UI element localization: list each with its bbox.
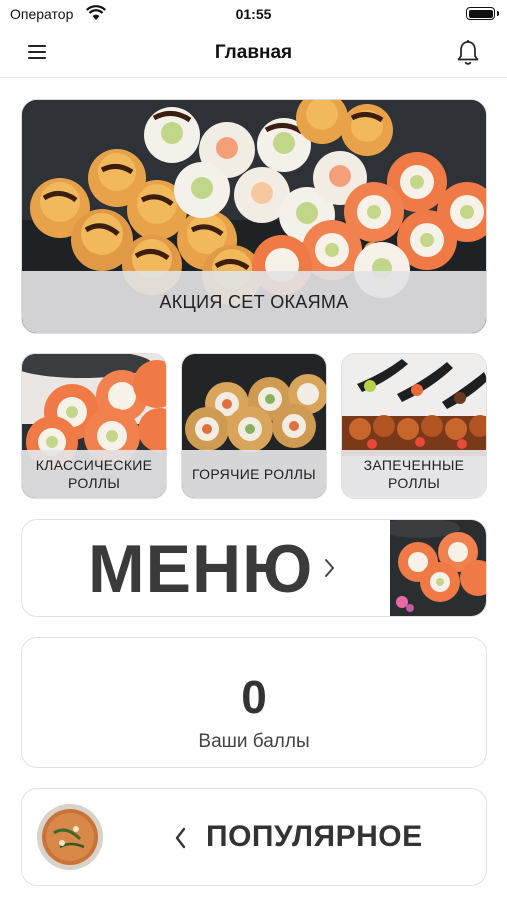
status-time: 01:55 [235, 6, 272, 22]
points-label: Ваши баллы [198, 731, 310, 752]
menu-rolls-image [390, 520, 486, 616]
category-classic-rolls[interactable]: КЛАССИЧЕСКИЕ РОЛЛЫ [21, 353, 167, 499]
chevron-left-icon [175, 827, 186, 849]
soup-bowl-image [37, 804, 103, 870]
promo-banner[interactable]: АКЦИЯ СЕТ ОКАЯМА [21, 99, 487, 334]
navigation-bar: Главная [0, 28, 507, 78]
points-value: 0 [241, 671, 267, 723]
popular-card[interactable]: ПОПУЛЯРНОЕ [21, 788, 487, 886]
category-baked-rolls[interactable]: ЗАПЕЧЕННЫЕ РОЛЛЫ [341, 353, 487, 499]
chevron-right-icon [325, 559, 334, 577]
category-label: КЛАССИЧЕСКИЕ РОЛЛЫ [22, 450, 166, 498]
bell-icon[interactable] [453, 38, 483, 68]
category-label: ГОРЯЧИЕ РОЛЛЫ [182, 450, 326, 498]
battery-icon [466, 7, 499, 20]
points-card[interactable]: 0 Ваши баллы [21, 637, 487, 768]
category-label: ЗАПЕЧЕННЫЕ РОЛЛЫ [342, 450, 486, 498]
hamburger-menu-icon[interactable] [22, 40, 50, 64]
popular-title: ПОПУЛЯРНОЕ [206, 820, 423, 853]
page-title: Главная [214, 42, 293, 63]
status-bar: Оператор 01:55 [0, 0, 507, 28]
menu-card[interactable]: МЕНЮ [21, 519, 487, 617]
promo-caption: АКЦИЯ СЕТ ОКАЯМА [22, 271, 486, 333]
category-hot-rolls[interactable]: ГОРЯЧИЕ РОЛЛЫ [181, 353, 327, 499]
menu-title: МЕНЮ [88, 531, 314, 607]
